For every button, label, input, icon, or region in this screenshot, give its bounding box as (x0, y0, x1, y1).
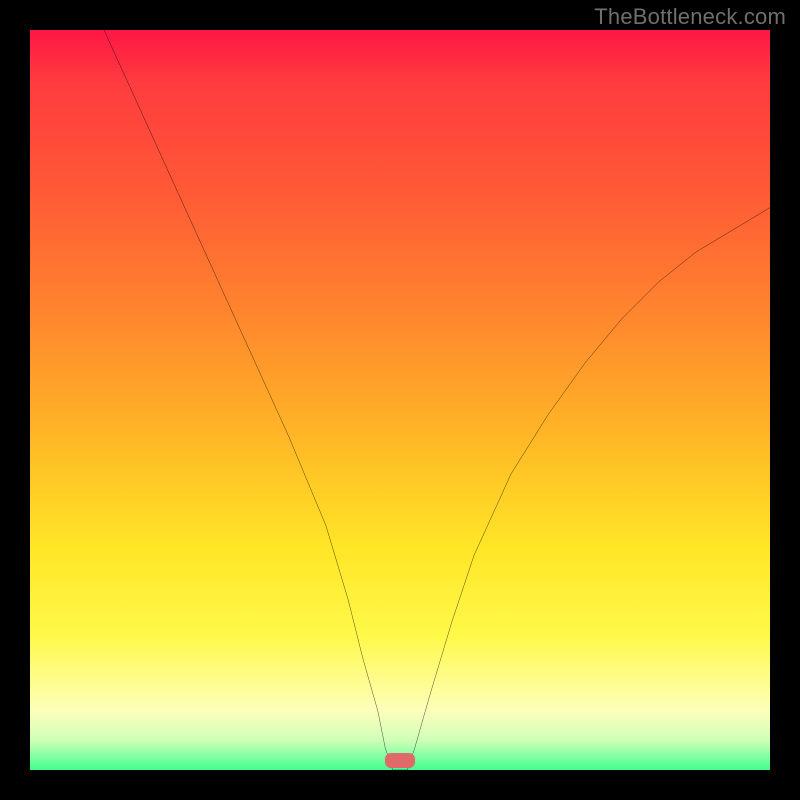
bottleneck-curve (30, 30, 770, 770)
watermark-text: TheBottleneck.com (594, 4, 786, 30)
plot-area (30, 30, 770, 770)
optimal-zone-marker (385, 753, 415, 768)
curve-path (104, 30, 770, 770)
chart-frame: TheBottleneck.com (0, 0, 800, 800)
